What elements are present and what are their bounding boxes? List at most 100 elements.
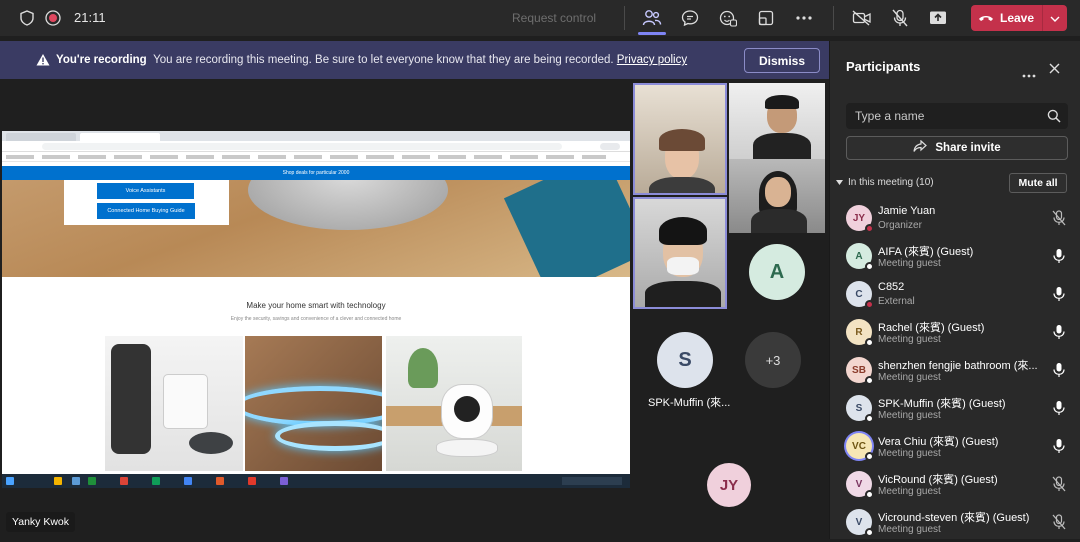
leave-label: Leave [999,11,1035,25]
privacy-policy-link[interactable]: Privacy policy [617,54,687,66]
leave-button[interactable]: Leave [971,5,1041,31]
participant-row[interactable]: S SPK-Muffin (來賓) (Guest) Meeting guest [830,390,1080,428]
product-image-plug [105,336,243,471]
mic-icon[interactable] [1052,248,1066,264]
participant-row[interactable]: VC Vera Chiu (來賓) (Guest) Meeting guest [830,428,1080,466]
participant-tile-name: SPK-Muffin (來... [648,397,731,409]
chevron-down-icon [1050,9,1060,27]
reactions-icon[interactable] [716,6,740,30]
active-tab-indicator [638,32,666,35]
browser-tabs [2,131,630,141]
site-promo-strip: Shop deals for particular 2000 [2,166,630,180]
video-tile-woman-2[interactable] [729,159,825,233]
participant-row[interactable]: JY Jamie Yuan Organizer [830,200,1080,238]
more-options-icon[interactable] [1022,65,1036,83]
share-invite-button[interactable]: Share invite [846,136,1068,160]
recording-text: You are recording this meeting. Be sure … [153,54,614,66]
people-icon[interactable] [640,6,664,30]
participant-row[interactable]: SB shenzhen fengjie bathroom (來... Meeting… [830,352,1080,390]
search-icon[interactable] [1047,109,1061,128]
chevron-down-icon [836,177,843,188]
presence-status-icon [865,490,874,499]
participant-avatar-s[interactable]: S [657,332,713,388]
more-icon[interactable] [792,6,816,30]
participant-role: Meeting guest [878,448,941,459]
participant-role: Meeting guest [878,524,941,535]
divider [624,6,625,30]
recording-message: You're recording You are recording this … [56,54,687,66]
search-input[interactable] [846,103,1036,129]
camera-off-icon[interactable] [850,6,874,30]
smart-speaker-image [248,180,448,230]
mic-off-icon[interactable] [888,6,912,30]
participant-row[interactable]: A AIFA (來賓) (Guest) Meeting guest [830,238,1080,276]
presence-status-icon [865,300,874,309]
participant-name: Rachel (來賓) (Guest) [878,322,985,334]
participant-name: shenzhen fengjie bathroom (來... [878,360,1038,372]
share-icon[interactable] [926,6,950,30]
video-tile-woman[interactable] [633,83,727,195]
in-meeting-section-header[interactable]: In this meeting (10) [836,177,934,188]
mic-icon[interactable] [1052,438,1066,454]
site-subline: Enjoy the security, savings and convenie… [230,316,402,322]
participants-panel: Participants Share invite In this meetin… [829,41,1080,539]
divider [833,6,834,30]
self-avatar[interactable]: JY [707,463,751,507]
share-icon [913,139,928,156]
presenter-name-tag: Yanky Kwok [6,512,75,532]
participant-avatar-a[interactable]: A [749,244,805,300]
mic-icon[interactable] [1052,286,1066,302]
record-icon[interactable] [41,6,65,30]
meeting-toolbar: 21:11 Request control Leave [0,0,1080,36]
book-image [503,180,630,277]
participant-row[interactable]: V VicRound (來賓) (Guest) Meeting guest [830,466,1080,504]
participant-name: VicRound (來賓) (Guest) [878,474,998,486]
participant-role: External [878,296,915,307]
browser-address-bar [2,141,630,152]
presence-status-icon [865,414,874,423]
search-field [846,103,1068,129]
presence-status-icon [865,224,874,233]
mute-all-button[interactable]: Mute all [1009,173,1067,193]
participant-role: Organizer [878,220,922,231]
presence-status-icon [865,262,874,271]
participant-name: Vera Chiu (來賓) (Guest) [878,436,999,448]
presence-status-icon [865,338,874,347]
shared-screen: Shop deals for particular 2000 Voice Ass… [2,131,630,488]
participant-row[interactable]: C C852 External [830,276,1080,314]
request-control-button[interactable]: Request control [512,11,596,25]
shield-icon[interactable] [15,6,39,30]
participant-role: Meeting guest [878,334,941,345]
mic-icon[interactable] [1052,400,1066,416]
rooms-icon[interactable] [754,6,778,30]
more-participants-button[interactable]: +3 [745,332,801,388]
leave-options-button[interactable] [1042,5,1067,31]
share-invite-label: Share invite [935,142,1001,154]
voice-assistants-button: Voice Assistants [97,183,194,199]
participant-name: Vicround-steven (來賓) (Guest) [878,512,1030,524]
participant-row[interactable]: R Rachel (來賓) (Guest) Meeting guest [830,314,1080,352]
video-tile-masked[interactable] [633,197,727,309]
participant-row[interactable]: V Vicround-steven (來賓) (Guest) Meeting gue… [830,504,1080,542]
participant-role: Meeting guest [878,410,941,421]
windows-taskbar [2,474,630,488]
participant-role: Meeting guest [878,486,941,497]
product-image-camera [386,336,522,471]
presence-status-icon [865,528,874,537]
close-icon[interactable] [1049,61,1060,79]
dismiss-button[interactable]: Dismiss [744,48,820,73]
video-tile-man[interactable] [729,83,825,159]
participant-role: Meeting guest [878,372,941,383]
site-headline: Make your home smart with technology [246,301,386,310]
mic-muted-icon[interactable] [1052,476,1066,492]
mic-icon[interactable] [1052,324,1066,340]
mic-muted-icon[interactable] [1052,514,1066,530]
mic-muted-icon[interactable] [1052,210,1066,226]
chat-icon[interactable] [678,6,702,30]
recording-banner: You're recording You are recording this … [0,41,829,79]
participant-name: AIFA (來賓) (Guest) [878,246,974,258]
participant-name: SPK-Muffin (來賓) (Guest) [878,398,1006,410]
mic-icon[interactable] [1052,362,1066,378]
meeting-timer: 21:11 [74,10,106,25]
participant-name: Jamie Yuan [878,205,936,217]
